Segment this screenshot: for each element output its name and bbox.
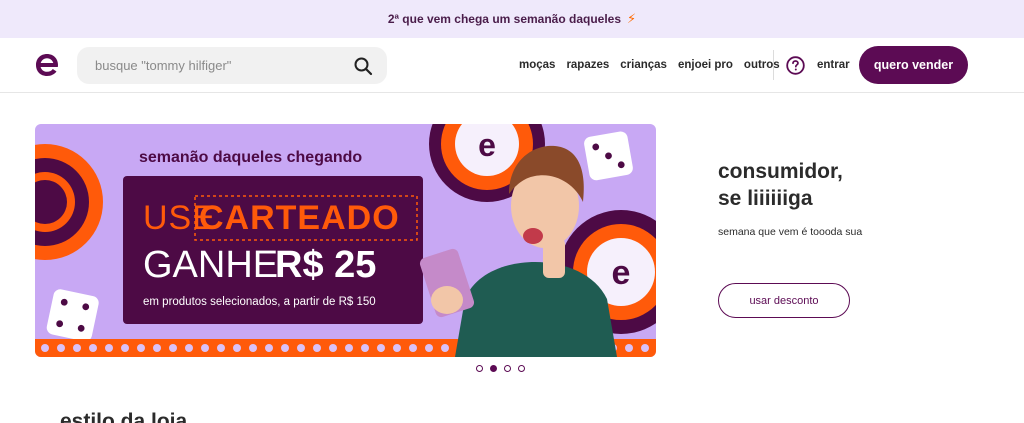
promo-text: 2ª que vem chega um semanão daqueles [387, 12, 622, 26]
search-input[interactable] [95, 55, 345, 75]
banner-coupon-code: CARTEADO [199, 199, 400, 237]
nav-item-outros[interactable]: outros [744, 59, 780, 71]
carousel-dot-3[interactable] [504, 365, 511, 372]
svg-text:e: e [612, 254, 631, 292]
side-title: consumidor, se liiiiiiga [718, 158, 1008, 212]
svg-text:e: e [478, 127, 496, 163]
nav-item-mocas[interactable]: moças [519, 59, 555, 71]
banner-side-content: consumidor, se liiiiiiga semana que vem … [718, 158, 1008, 238]
side-title-line2: se liiiiiiga [718, 187, 813, 210]
banner-conditions: em produtos selecionados, a partir de R$… [143, 296, 376, 308]
site-header: moças rapazes crianças enjoei pro outros… [0, 38, 1024, 93]
category-nav: moças rapazes crianças enjoei pro outros [519, 59, 780, 71]
nav-divider [773, 50, 774, 80]
banner-ganhe-label: GANHE [143, 244, 279, 286]
enjoei-e-logo-icon[interactable] [34, 52, 60, 78]
side-title-line1: consumidor, [718, 160, 843, 183]
dice-top-right [584, 131, 633, 181]
section-title: estilo da loja [60, 410, 188, 423]
carousel-dot-4[interactable] [518, 365, 525, 372]
lightning-icon: ⚡ [627, 11, 637, 26]
dice-bottom-left [46, 289, 99, 342]
side-subtitle: semana que vem é toooda sua [718, 226, 863, 238]
sell-button[interactable]: quero vender [859, 46, 968, 84]
login-link[interactable]: entrar [817, 59, 850, 71]
banner-headline: semanão daqueles chegando [139, 149, 363, 166]
promo-bar[interactable]: 2ª que vem chega um semanão daqueles ⚡ [0, 0, 1024, 38]
carousel-dot-2[interactable] [490, 365, 497, 372]
search-icon[interactable] [353, 56, 373, 76]
nav-item-rapazes[interactable]: rapazes [566, 59, 609, 71]
nav-item-criancas[interactable]: crianças [620, 59, 667, 71]
carousel-dot-1[interactable] [476, 365, 483, 372]
search-bar[interactable] [77, 47, 387, 84]
carousel-dots [476, 365, 525, 372]
help-circle-icon[interactable] [786, 56, 805, 75]
use-discount-button[interactable]: usar desconto [718, 283, 850, 318]
nav-item-enjoei-pro[interactable]: enjoei pro [678, 59, 733, 71]
promo-banner[interactable]: e e semanão daqueles chegando USE CARTEA… [35, 124, 656, 357]
banner-amount: R$ 25 [275, 244, 377, 286]
